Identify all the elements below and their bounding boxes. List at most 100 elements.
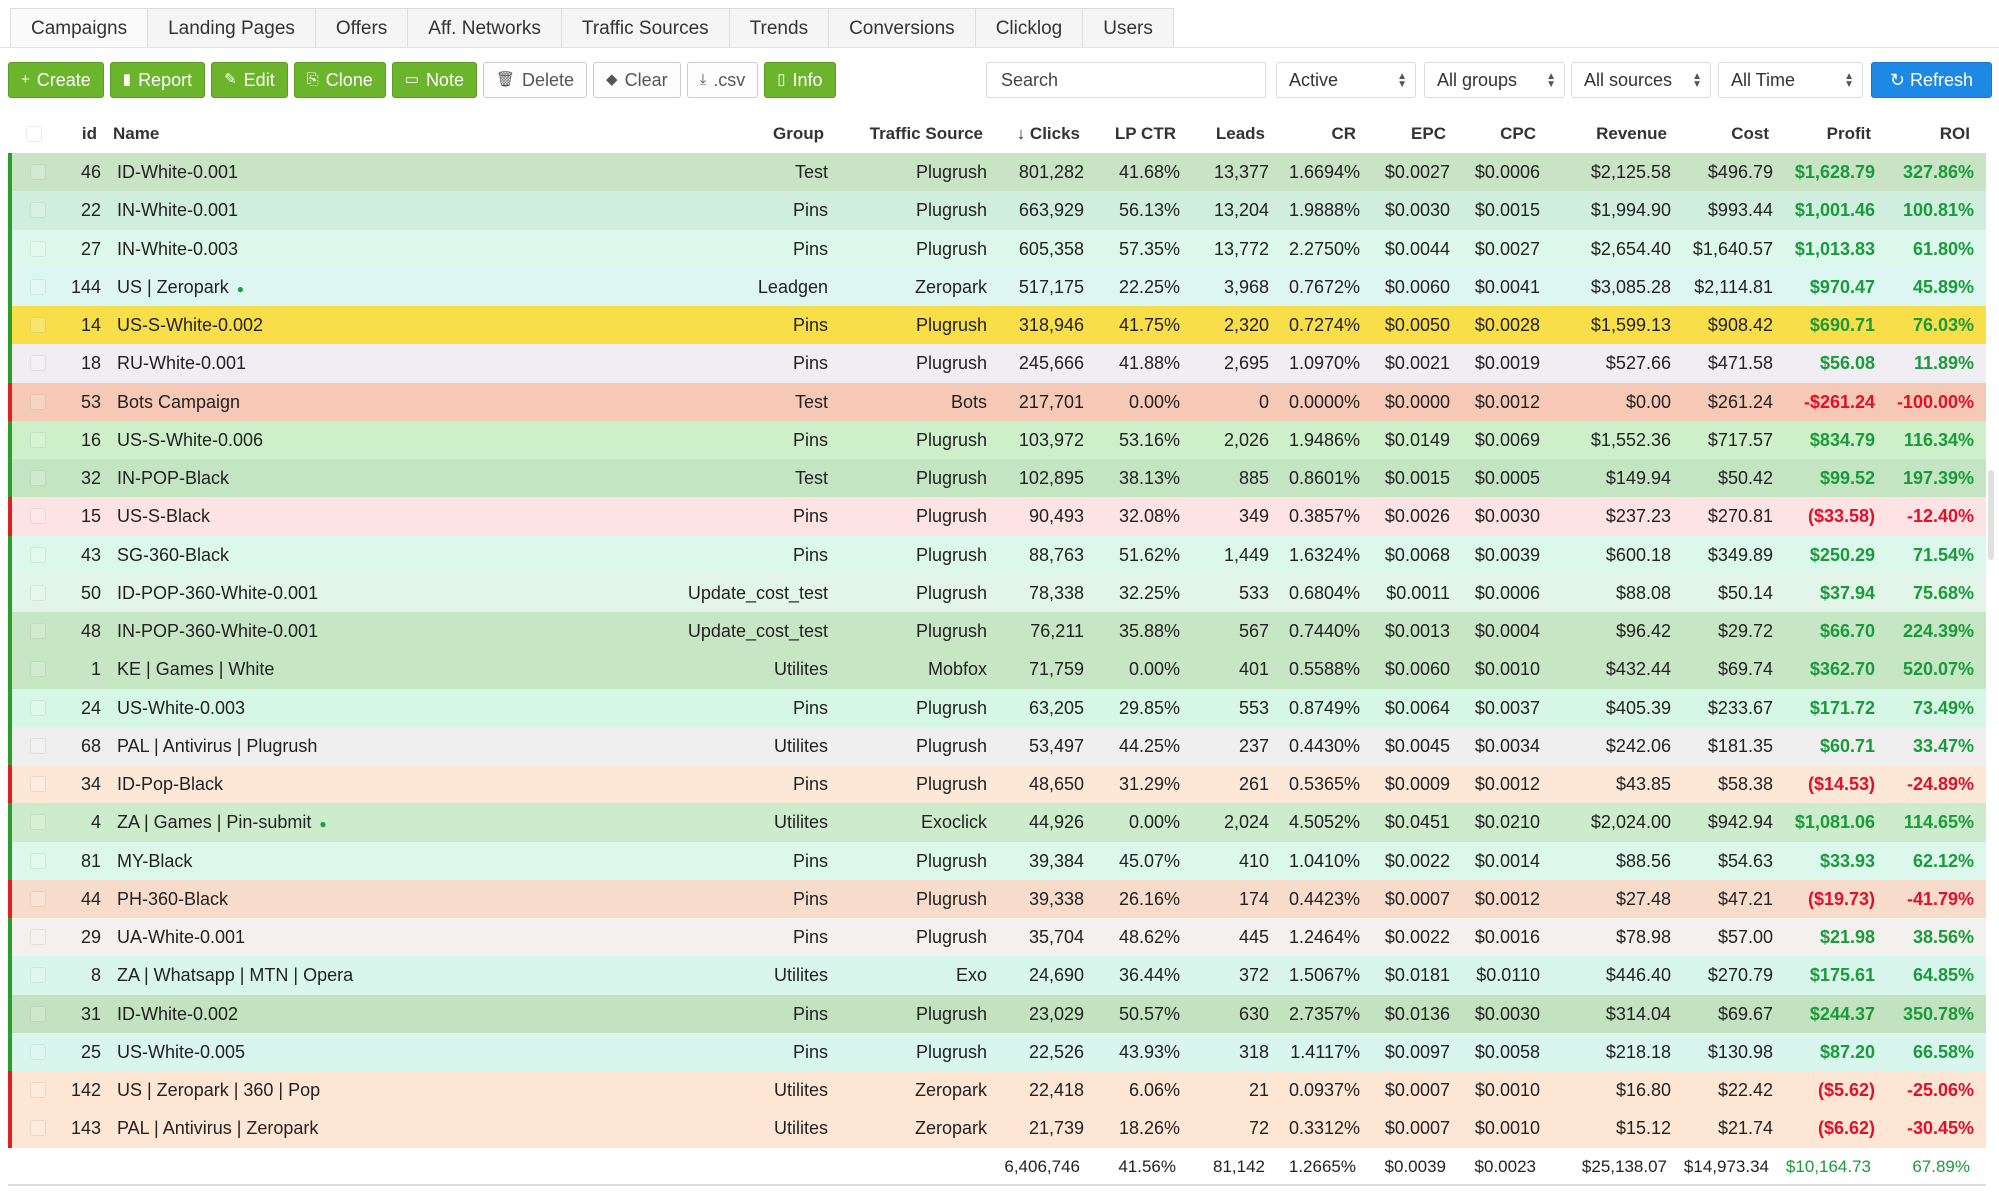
- column-header-clicks[interactable]: ↓ Clicks: [1017, 115, 1080, 153]
- clone-button[interactable]: ⎘ Clone: [293, 62, 386, 98]
- table-scrollbar[interactable]: [1988, 470, 1994, 560]
- row-checkbox[interactable]: [30, 1120, 46, 1137]
- cell-name[interactable]: US-White-0.003: [117, 689, 245, 727]
- column-header-source[interactable]: Traffic Source: [870, 115, 983, 153]
- tab-campaigns[interactable]: Campaigns: [10, 8, 149, 48]
- cell-name[interactable]: PAL | Antivirus | Plugrush: [117, 727, 317, 765]
- table-row[interactable]: 16 US-S-White-0.006 Pins Plugrush 103,972 53.…: [8, 420, 1986, 459]
- table-row[interactable]: 29 UA-White-0.001 Pins Plugrush 35,704 48.62%…: [8, 918, 1986, 957]
- cell-name[interactable]: ZA | Whatsapp | MTN | Opera: [117, 956, 353, 994]
- row-checkbox[interactable]: [30, 890, 46, 907]
- column-header-group[interactable]: Group: [773, 115, 824, 153]
- column-header-revenue[interactable]: Revenue: [1596, 115, 1667, 153]
- source-filter-select[interactable]: All sources ▲ ▼: [1571, 62, 1711, 98]
- row-checkbox[interactable]: [30, 967, 46, 984]
- cell-name[interactable]: KE | Games | White: [117, 650, 274, 688]
- row-checkbox[interactable]: [30, 393, 46, 410]
- tab-offers[interactable]: Offers: [314, 8, 409, 48]
- row-checkbox[interactable]: [30, 202, 46, 219]
- row-checkbox[interactable]: [30, 623, 46, 639]
- table-row[interactable]: 27 IN-White-0.003 Pins Plugrush 605,358 57.35…: [8, 229, 1986, 268]
- cell-name[interactable]: US | Zeropark ●: [117, 268, 244, 308]
- row-checkbox[interactable]: [30, 852, 46, 869]
- cell-name[interactable]: IN-POP-360-White-0.001: [117, 612, 318, 650]
- time-filter-select[interactable]: All Time ▲ ▼: [1718, 62, 1863, 98]
- tab-users[interactable]: Users: [1082, 8, 1174, 48]
- delete-button[interactable]: 🗑 Delete: [482, 62, 588, 98]
- note-button[interactable]: ▭ Note: [391, 62, 477, 98]
- tab-clicklog[interactable]: Clicklog: [974, 8, 1084, 48]
- refresh-button[interactable]: ↻ Refresh: [1871, 62, 1992, 98]
- report-button[interactable]: ▮ Report: [109, 62, 206, 98]
- table-row[interactable]: 18 RU-White-0.001 Pins Plugrush 245,666 41.88…: [8, 344, 1986, 383]
- table-row[interactable]: 15 US-S-Black Pins Plugrush 90,493 32.08% 349 0…: [8, 497, 1986, 536]
- table-row[interactable]: 68 PAL | Antivirus | Plugrush Utilites Plug…: [8, 726, 1986, 765]
- table-row[interactable]: 142 US | Zeropark | 360 | Pop Utilites Zero…: [8, 1071, 1986, 1110]
- table-row[interactable]: 14 US-S-White-0.002 Pins Plugrush 318,946 41.…: [8, 306, 1986, 345]
- row-checkbox[interactable]: [30, 164, 46, 180]
- row-checkbox[interactable]: [30, 355, 46, 372]
- table-row[interactable]: 81 MY-Black Pins Plugrush 39,384 45.07% 410 1.0…: [8, 841, 1986, 880]
- row-checkbox[interactable]: [30, 546, 46, 563]
- table-row[interactable]: 8 ZA | Whatsapp | MTN | Opera Utilites Exo 2…: [8, 956, 1986, 995]
- cell-name[interactable]: IN-White-0.001: [117, 191, 238, 229]
- row-checkbox[interactable]: [30, 814, 46, 831]
- cell-name[interactable]: US | Zeropark | 360 | Pop: [117, 1071, 320, 1109]
- cell-name[interactable]: ID-White-0.002: [117, 995, 238, 1033]
- clear-button[interactable]: ◆ Clear: [593, 62, 681, 98]
- tab-conversions[interactable]: Conversions: [828, 8, 976, 48]
- table-row[interactable]: 44 PH-360-Black Pins Plugrush 39,338 26.16% 17…: [8, 879, 1986, 918]
- cell-name[interactable]: ID-POP-360-White-0.001: [117, 574, 318, 612]
- row-checkbox[interactable]: [30, 1043, 46, 1060]
- cell-name[interactable]: RU-White-0.001: [117, 344, 246, 382]
- column-header-epc[interactable]: EPC: [1411, 115, 1446, 153]
- cell-name[interactable]: IN-White-0.003: [117, 230, 238, 268]
- column-header-cpc[interactable]: CPC: [1500, 115, 1536, 153]
- table-row[interactable]: 50 ID-POP-360-White-0.001 Update_cost_test…: [8, 573, 1986, 612]
- row-checkbox[interactable]: [30, 776, 46, 792]
- cell-name[interactable]: PH-360-Black: [117, 880, 228, 918]
- row-checkbox[interactable]: [30, 278, 46, 295]
- table-row[interactable]: 1 KE | Games | White Utilites Mobfox 71,759 0…: [8, 650, 1986, 689]
- status-filter-select[interactable]: Active ▲ ▼: [1276, 62, 1416, 98]
- group-filter-select[interactable]: All groups ▲ ▼: [1424, 62, 1565, 98]
- cell-name[interactable]: ID-White-0.001: [117, 153, 238, 191]
- cell-name[interactable]: ID-Pop-Black: [117, 765, 223, 803]
- table-row[interactable]: 31 ID-White-0.002 Pins Plugrush 23,029 50.57%…: [8, 994, 1986, 1033]
- table-row[interactable]: 32 IN-POP-Black Test Plugrush 102,895 38.13% 8…: [8, 459, 1986, 498]
- row-checkbox[interactable]: [30, 508, 46, 525]
- csv-button[interactable]: ⤓ .csv: [686, 62, 759, 98]
- info-button[interactable]: ▯ Info: [764, 62, 836, 98]
- row-checkbox[interactable]: [30, 317, 46, 333]
- cell-name[interactable]: US-White-0.005: [117, 1033, 245, 1071]
- column-header-name[interactable]: Name: [113, 115, 159, 153]
- table-row[interactable]: 43 SG-360-Black Pins Plugrush 88,763 51.62% 1,…: [8, 535, 1986, 574]
- tab-aff-networks[interactable]: Aff. Networks: [407, 8, 562, 48]
- cell-name[interactable]: PAL | Antivirus | Zeropark: [117, 1109, 318, 1147]
- table-row[interactable]: 48 IN-POP-360-White-0.001 Update_cost_test…: [8, 612, 1986, 651]
- cell-name[interactable]: Bots Campaign: [117, 383, 240, 421]
- cell-name[interactable]: UA-White-0.001: [117, 918, 245, 956]
- row-checkbox[interactable]: [30, 929, 46, 945]
- row-checkbox[interactable]: [30, 431, 46, 448]
- edit-button[interactable]: ✎ Edit: [211, 62, 288, 98]
- cell-name[interactable]: US-S-Black: [117, 497, 210, 535]
- table-row[interactable]: 143 PAL | Antivirus | Zeropark Utilites Zer…: [8, 1109, 1986, 1148]
- search-input[interactable]: [986, 62, 1266, 98]
- cell-name[interactable]: US-S-White-0.006: [117, 421, 263, 459]
- column-header-roi[interactable]: ROI: [1940, 115, 1970, 153]
- tab-landing-pages[interactable]: Landing Pages: [147, 8, 316, 48]
- tab-trends[interactable]: Trends: [728, 8, 830, 48]
- row-checkbox[interactable]: [30, 240, 46, 257]
- column-header-profit[interactable]: Profit: [1827, 115, 1871, 153]
- column-header-cost[interactable]: Cost: [1731, 115, 1769, 153]
- row-checkbox[interactable]: [30, 699, 46, 716]
- row-checkbox[interactable]: [30, 470, 46, 486]
- tab-traffic-sources[interactable]: Traffic Sources: [560, 8, 730, 48]
- row-checkbox[interactable]: [30, 1082, 46, 1098]
- column-header-cr[interactable]: CR: [1331, 115, 1356, 153]
- create-button[interactable]: + Create: [8, 62, 104, 98]
- column-header-leads[interactable]: Leads: [1216, 115, 1265, 153]
- cell-name[interactable]: IN-POP-Black: [117, 459, 229, 497]
- cell-name[interactable]: ZA | Games | Pin-submit ●: [117, 803, 327, 843]
